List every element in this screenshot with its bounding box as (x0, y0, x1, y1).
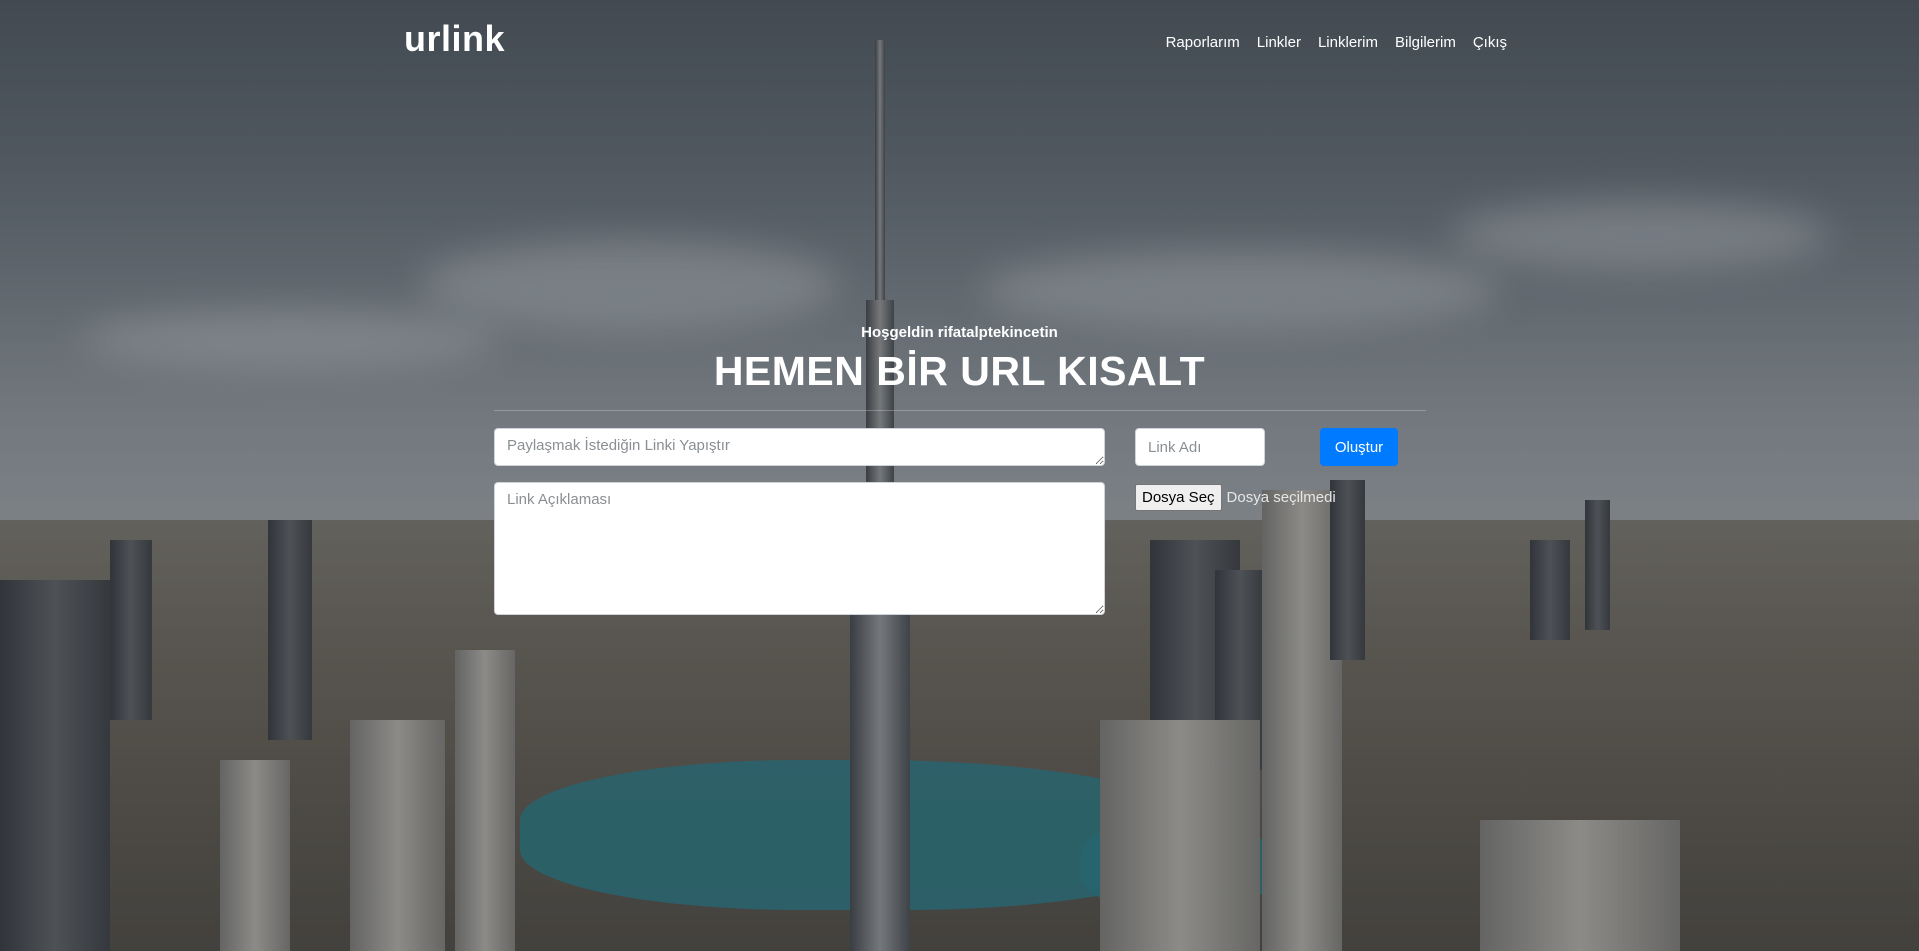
main-nav: Raporlarım Linkler Linklerim Bilgilerim … (1166, 34, 1507, 51)
file-status-text: Dosya seçilmedi (1226, 489, 1336, 506)
link-name-input[interactable] (1135, 428, 1265, 466)
brand-logo[interactable]: urlink (404, 18, 505, 60)
choose-file-button[interactable]: Dosya Seç (1135, 484, 1222, 511)
link-url-input[interactable] (494, 428, 1105, 466)
page-headline: HEMEN BİR URL KISALT (713, 348, 1206, 394)
top-navbar: urlink Raporlarım Linkler Linklerim Bilg… (0, 0, 1919, 80)
create-link-button[interactable]: Oluştur (1320, 428, 1398, 466)
hero-divider (494, 410, 1426, 411)
nav-item-linklerim[interactable]: Linklerim (1318, 34, 1378, 51)
welcome-text: Hoşgeldin rifatalptekincetin (861, 324, 1058, 341)
file-picker: Dosya Seç Dosya seçilmedi (1135, 484, 1336, 511)
nav-item-linkler[interactable]: Linkler (1257, 34, 1301, 51)
background-city-image (0, 0, 1919, 951)
nav-item-cikis[interactable]: Çıkış (1473, 34, 1507, 51)
nav-item-bilgilerim[interactable]: Bilgilerim (1395, 34, 1456, 51)
link-description-input[interactable] (494, 482, 1105, 615)
nav-item-raporlarim[interactable]: Raporlarım (1166, 34, 1240, 51)
